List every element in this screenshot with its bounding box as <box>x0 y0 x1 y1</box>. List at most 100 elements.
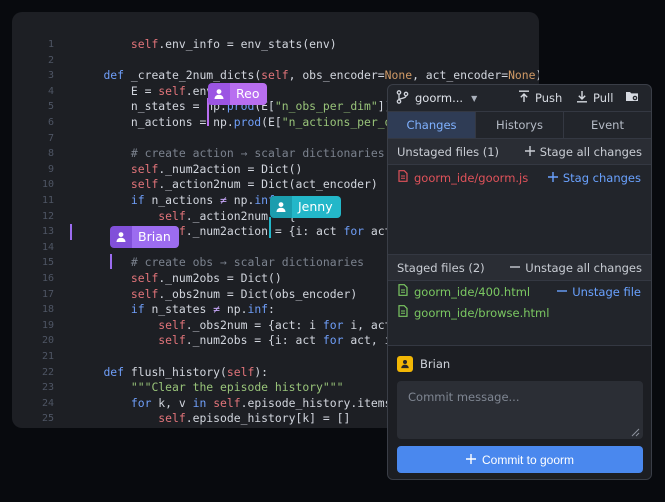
pull-button[interactable]: Pull <box>576 90 613 106</box>
file-icon <box>398 305 408 320</box>
brian-name: Brian <box>132 226 179 248</box>
line-number: 22 <box>41 366 54 378</box>
staged-title: Staged files (2) <box>397 260 485 275</box>
user-icon <box>208 83 230 105</box>
line-number: 20 <box>41 335 54 347</box>
code-text: def flush_history(self): <box>103 364 269 379</box>
line-number: 2 <box>47 54 54 66</box>
brian-secondary-cursor <box>110 254 112 269</box>
stage-all-label: Stage all changes <box>539 144 642 159</box>
line-number: 4 <box>47 85 54 97</box>
code-text: self._num2obs = {i: act for act, i in <box>158 333 412 348</box>
code-text: if n_actions ≠ np.inf: <box>130 193 282 207</box>
code-text: self._obs2num = {act: i for i, act in <box>158 317 412 332</box>
commit-author: Brian <box>397 356 450 372</box>
code-text: self._action2num = { <box>158 208 296 223</box>
unstage-all-label: Unstage all changes <box>525 260 642 275</box>
file-name: goorm_ide/goorm.js <box>414 170 529 185</box>
code-text: # create action → scalar dictionaries <box>130 146 385 161</box>
line-number: 6 <box>47 117 54 128</box>
folder-settings-icon <box>625 90 639 105</box>
jenny-name: Jenny <box>292 196 341 218</box>
code-text: if n_states ≠ np.inf: <box>130 302 275 317</box>
branch-selector[interactable]: goorm... ▼ <box>396 89 478 107</box>
author-name: Brian <box>420 357 451 371</box>
unstage-all-button[interactable]: Unstage all changes <box>510 261 642 275</box>
plus-icon <box>524 145 535 159</box>
avatar <box>397 356 413 372</box>
line-number: 21 <box>41 351 54 362</box>
unstaged-header: Unstaged files (1) Stage all changes <box>388 139 651 165</box>
commit-button[interactable]: Commit to goorm <box>397 446 643 473</box>
git-panel: goorm... ▼ Push Pull Changes Historys Ev… <box>387 84 652 480</box>
push-button[interactable]: Push <box>518 90 562 106</box>
line-number: 17 <box>41 288 54 300</box>
user-icon <box>110 226 132 248</box>
line-number: 3 <box>47 70 54 82</box>
stage-all-button[interactable]: Stage all changes <box>524 144 642 159</box>
file-row[interactable]: goorm_ide/browse.html <box>388 302 651 323</box>
line-number: 18 <box>41 304 54 316</box>
push-label: Push <box>535 91 563 105</box>
brian-cursor-tag: Brian <box>110 226 179 248</box>
line-number: 7 <box>47 132 54 144</box>
tab-event[interactable]: Event <box>564 112 651 138</box>
unstage-file-label: Unstage file <box>572 284 641 299</box>
unstage-file-button[interactable]: Unstage file <box>557 285 641 299</box>
code-text: self.episode_history[k] = [] <box>158 411 351 426</box>
git-tabs: Changes Historys Event <box>388 111 651 139</box>
file-row[interactable]: goorm_ide/goorm.js Stag changes <box>388 167 651 188</box>
commit-area: Brian Commit to goorm <box>388 345 651 479</box>
resize-grip-icon[interactable] <box>631 426 640 437</box>
jenny-cursor <box>269 217 271 238</box>
minus-icon <box>557 285 568 299</box>
code-text: self._action2num = Dict(act_encoder) <box>130 177 378 192</box>
file-row[interactable]: goorm_ide/400.html Unstage file <box>388 281 651 302</box>
reo-cursor-tag: Reo <box>208 83 268 105</box>
line-number: 1 <box>47 39 54 50</box>
folder-settings-button[interactable] <box>625 90 639 105</box>
line-number: 15 <box>41 257 54 269</box>
plus-icon <box>547 171 558 185</box>
code-text: # create obs → scalar dictionaries <box>130 255 365 270</box>
unstaged-file-list: goorm_ide/goorm.js Stag changes <box>388 167 651 255</box>
push-icon <box>518 90 530 106</box>
file-name: goorm_ide/browse.html <box>414 305 550 320</box>
tab-changes[interactable]: Changes <box>388 112 476 138</box>
code-text: E = self.env_i <box>76 83 227 98</box>
code-text: def _create_2num_dicts(self, obs_encoder… <box>103 68 539 83</box>
staged-header: Staged files (2) Unstage all changes <box>388 255 651 281</box>
commit-button-label: Commit to goorm <box>481 452 575 467</box>
jenny-cursor-tag: Jenny <box>270 196 341 218</box>
code-text: self.env_info = env_stats(env) <box>130 37 337 51</box>
git-branch-icon <box>396 89 409 107</box>
minus-icon <box>510 261 521 275</box>
line-number: 19 <box>41 319 54 331</box>
code-text: """Clear the episode history""" <box>130 380 344 395</box>
line-number: 16 <box>41 273 54 284</box>
tab-historys[interactable]: Historys <box>476 112 564 138</box>
line-number: 9 <box>47 163 54 175</box>
git-toolbar: goorm... ▼ Push Pull <box>388 85 651 111</box>
unstaged-title: Unstaged files (1) <box>397 144 500 159</box>
code-text: n_actions = np.prod(E["n_actions_per_dim… <box>76 115 419 129</box>
commit-message-input[interactable] <box>397 381 643 439</box>
line-number: 12 <box>41 210 54 222</box>
file-icon <box>398 170 408 185</box>
brian-cursor <box>70 224 72 240</box>
line-number: 13 <box>41 226 54 238</box>
code-text: self._num2action = Dict() <box>130 161 303 176</box>
line-number: 24 <box>41 397 54 409</box>
line-number: 11 <box>41 195 54 206</box>
stage-file-button[interactable]: Stag changes <box>547 170 641 185</box>
pull-icon <box>576 90 588 106</box>
line-number: 5 <box>47 101 54 113</box>
file-name: goorm_ide/400.html <box>414 284 531 299</box>
chevron-down-icon: ▼ <box>471 93 478 103</box>
line-number: 25 <box>41 413 54 425</box>
file-icon <box>398 284 408 299</box>
line-number: 10 <box>41 179 54 191</box>
stage-file-label: Stag changes <box>562 170 641 185</box>
user-icon <box>270 196 292 218</box>
reo-name: Reo <box>230 83 268 105</box>
